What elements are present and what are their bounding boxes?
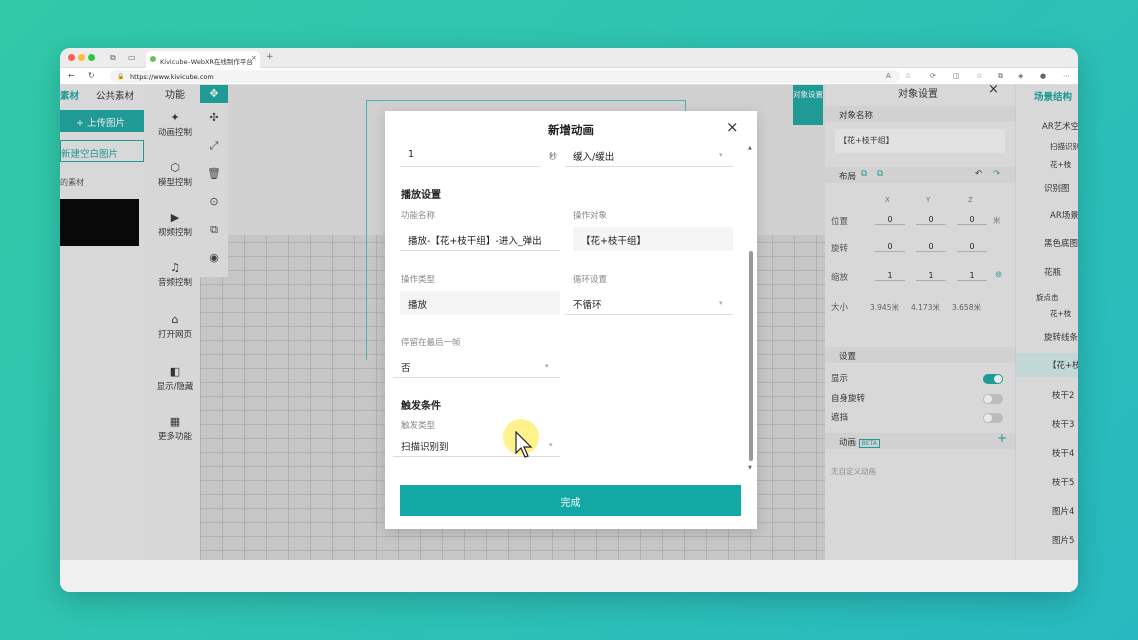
window-minimize-dot[interactable] xyxy=(78,54,85,61)
url-field[interactable]: 🔒 https://www.kivicube.com xyxy=(110,70,900,83)
page-footer xyxy=(60,560,1078,592)
scroll-thumb[interactable] xyxy=(749,251,753,461)
url-text: https://www.kivicube.com xyxy=(130,73,214,81)
stop-last-frame-select[interactable]: 否 xyxy=(393,354,560,378)
loop-select[interactable]: 不循环 xyxy=(565,291,733,315)
target-value: 【花+枝干组】 xyxy=(573,227,733,251)
favorites-icon[interactable]: ☆ xyxy=(976,72,982,80)
lock-icon: 🔒 xyxy=(117,73,125,80)
address-bar: ← ↻ 🔒 https://www.kivicube.com A ☆ ⟳ ◫ ☆… xyxy=(60,68,1078,85)
play-settings-heading: 播放设置 xyxy=(401,190,441,201)
window-close-dot[interactable] xyxy=(68,54,75,61)
new-animation-dialog: 新增动画 × 1 秒 缓入/缓出 ▾ 播放设置 功能名称 播放-【花+枝干组】-… xyxy=(385,111,757,529)
split-icon[interactable]: ◫ xyxy=(953,72,960,80)
scroll-down-icon[interactable]: ▼ xyxy=(748,465,752,471)
easing-select[interactable]: 缓入/缓出 xyxy=(565,143,733,167)
collections-icon[interactable]: ⧉ xyxy=(998,72,1003,81)
trigger-type-label: 触发类型 xyxy=(401,421,436,431)
chevron-down-icon: ▾ xyxy=(719,299,723,307)
tab-close-icon[interactable]: × xyxy=(251,54,257,62)
extensions-icon[interactable]: ⟳ xyxy=(930,72,936,80)
profile-icon[interactable]: ● xyxy=(1040,72,1046,80)
duration-unit: 秒 xyxy=(549,152,557,161)
chevron-down-icon: ▾ xyxy=(545,362,549,370)
operation-type-value: 播放 xyxy=(400,291,560,315)
tab-title: Kivicube–WebXR在线制作平台 xyxy=(160,58,253,66)
trigger-heading: 触发条件 xyxy=(401,401,441,412)
browser-window: ⧉ ▭ Kivicube–WebXR在线制作平台 × + ← ↻ 🔒 https… xyxy=(60,48,1078,592)
dialog-scrollbar[interactable]: ▲ ▼ xyxy=(748,145,754,471)
tab-bar: ⧉ ▭ Kivicube–WebXR在线制作平台 × + xyxy=(60,48,1078,68)
refresh-icon[interactable]: ↻ xyxy=(88,71,95,81)
read-aloud-icon[interactable]: A xyxy=(886,72,891,80)
chevron-down-icon: ▾ xyxy=(549,441,553,449)
browser-tab[interactable]: Kivicube–WebXR在线制作平台 xyxy=(146,51,260,68)
menu-icon[interactable]: ⋯ xyxy=(1063,72,1070,80)
tab-group-icon[interactable]: ⧉ xyxy=(110,53,116,63)
new-tab-button[interactable]: + xyxy=(266,53,274,62)
target-label: 操作对象 xyxy=(573,211,608,221)
duration-input[interactable]: 1 xyxy=(400,143,540,167)
function-name-label: 功能名称 xyxy=(401,211,436,221)
tab-actions-icon[interactable]: ▭ xyxy=(128,53,136,62)
operation-type-label: 操作类型 xyxy=(401,275,436,285)
copilot-icon[interactable]: ◈ xyxy=(1018,72,1023,80)
dialog-title: 新增动画 xyxy=(548,123,594,137)
dialog-close-icon[interactable]: × xyxy=(726,118,739,136)
function-name-input[interactable]: 播放-【花+枝干组】-进入_弹出 xyxy=(400,227,560,251)
window-maximize-dot[interactable] xyxy=(88,54,95,61)
favorite-icon[interactable]: ☆ xyxy=(905,72,911,80)
editor-app: 素材 公共素材 + 上传图片 新建空白图片 我的素材 功能 ✦动画控制 ⬡模型控… xyxy=(60,85,1078,560)
loop-label: 循环设置 xyxy=(573,275,608,285)
scroll-up-icon[interactable]: ▲ xyxy=(748,145,752,151)
stop-last-frame-label: 停留在最后一帧 xyxy=(401,338,461,348)
back-icon[interactable]: ← xyxy=(68,71,75,81)
mouse-pointer-icon xyxy=(515,431,533,458)
favicon-icon xyxy=(150,56,156,62)
chevron-down-icon: ▾ xyxy=(719,151,723,159)
done-button[interactable]: 完成 xyxy=(400,485,741,516)
